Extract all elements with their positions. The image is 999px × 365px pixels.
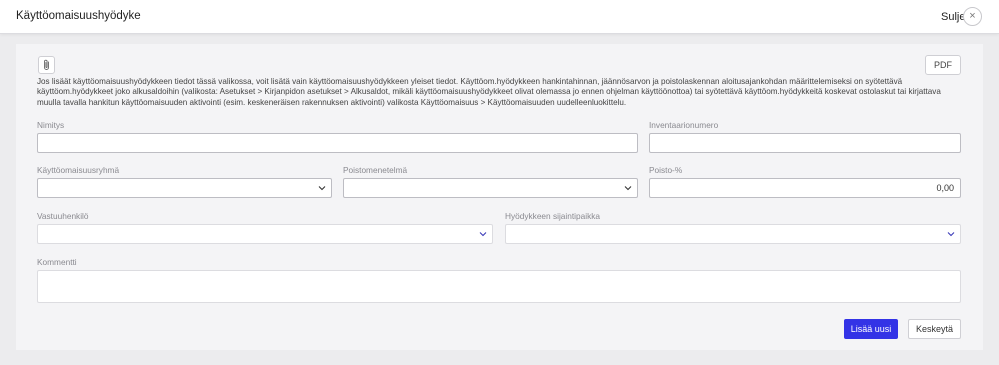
location-label: Hyödykkeen sijaintipaikka (505, 211, 601, 221)
location-select[interactable] (505, 224, 961, 244)
depreciation-method-select[interactable] (343, 178, 638, 198)
inventory-label: Inventaarionumero (649, 120, 719, 130)
dialog-header: Käyttöomaisuushyödyke Sulje × (0, 0, 999, 34)
depreciation-rate-value: 0,00 (936, 183, 954, 193)
responsible-person-select[interactable] (37, 224, 493, 244)
chevron-down-icon (624, 186, 632, 191)
chevron-down-icon (479, 232, 487, 237)
close-button[interactable]: × (963, 7, 982, 26)
depreciation-method-label: Poistomenetelmä (343, 165, 408, 175)
chevron-down-icon (318, 186, 326, 191)
name-label: Nimitys (37, 120, 65, 130)
inventory-number-input[interactable] (649, 133, 961, 153)
asset-group-select[interactable] (37, 178, 332, 198)
depreciation-rate-input[interactable]: 0,00 (649, 178, 961, 198)
close-label[interactable]: Sulje (941, 11, 965, 23)
paperclip-icon (44, 59, 49, 70)
comment-textarea[interactable] (37, 270, 961, 303)
pdf-button[interactable]: PDF (925, 55, 961, 75)
responsible-person-label: Vastuuhenkilö (37, 211, 89, 221)
depreciation-rate-label: Poisto-% (649, 165, 683, 175)
asset-group-label: Käyttöomaisuusryhmä (37, 165, 120, 175)
dialog-title: Käyttöomaisuushyödyke (16, 10, 141, 22)
close-icon: × (969, 10, 976, 22)
info-text: Jos lisäät käyttöomaisuushyödykkeen tied… (37, 77, 941, 107)
chevron-down-icon (947, 232, 955, 237)
cancel-button[interactable]: Keskeytä (908, 319, 961, 339)
attach-button[interactable] (38, 56, 55, 74)
add-new-button[interactable]: Lisää uusi (844, 319, 898, 339)
name-input[interactable] (37, 133, 638, 153)
comment-label: Kommentti (37, 257, 77, 267)
